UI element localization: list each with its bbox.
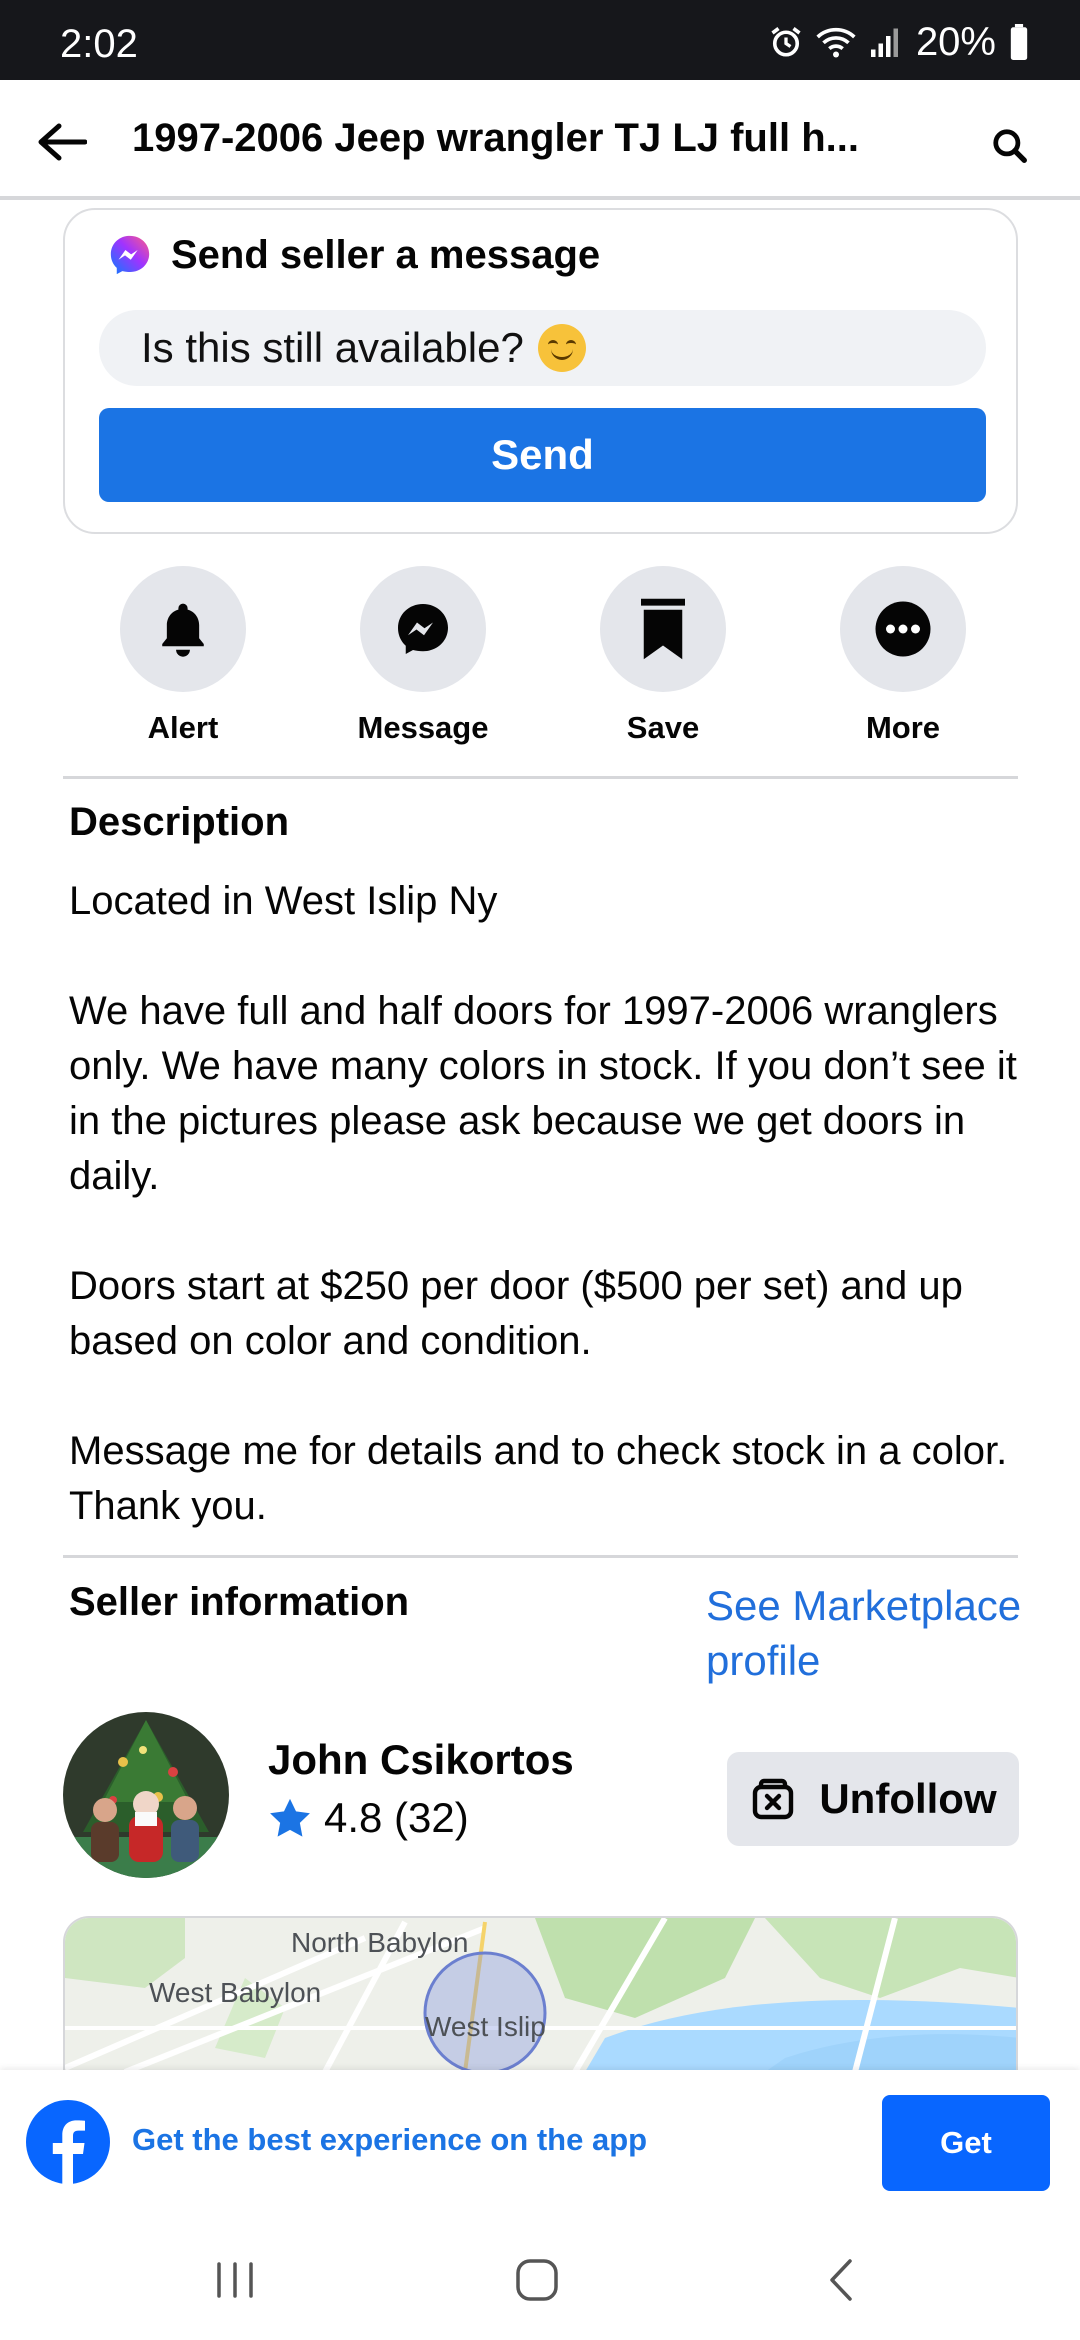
- description-paragraph: Doors start at $250 per door ($500 per s…: [69, 1264, 963, 1363]
- send-message-card: Send seller a message Is this still avai…: [63, 208, 1018, 534]
- message-label: Message: [357, 710, 489, 745]
- status-time: 2:02: [60, 22, 138, 66]
- status-icons: 20%: [768, 20, 1030, 64]
- more-label: More: [865, 710, 941, 745]
- home-button[interactable]: [502, 2250, 572, 2310]
- map-label: West Islip: [425, 2011, 546, 2042]
- marketplace-profile-link[interactable]: See Marketplace profile: [706, 1578, 1026, 1688]
- alert-action[interactable]: Alert: [83, 566, 283, 746]
- back-button[interactable]: [30, 110, 94, 174]
- unfollow-button[interactable]: Unfollow: [727, 1752, 1019, 1846]
- alert-button[interactable]: [120, 566, 246, 692]
- chevron-left-icon: [830, 2259, 852, 2301]
- messenger-logo-icon: [110, 235, 150, 275]
- send-button[interactable]: Send: [99, 408, 986, 502]
- alarm-icon: [771, 27, 801, 57]
- search-button[interactable]: [980, 116, 1040, 176]
- recent-apps-icon: [217, 2262, 253, 2298]
- save-button[interactable]: [600, 566, 726, 692]
- system-nav-bar: [0, 2216, 1080, 2340]
- rating-value: 4.8 (32): [324, 1794, 469, 1841]
- message-action[interactable]: Message: [323, 566, 523, 746]
- app-promo-text: Get the best experience on the app: [132, 2122, 648, 2157]
- message-input-text: Is this still available?: [141, 324, 524, 371]
- page-title: 1997-2006 Jeep wrangler TJ LJ full h...: [132, 116, 859, 160]
- seller-info-title: Seller information: [69, 1580, 410, 1624]
- seller-name[interactable]: John Csikortos: [268, 1736, 574, 1784]
- message-card-title: Send seller a message: [171, 232, 601, 277]
- bookmark-icon: [641, 598, 685, 660]
- listing-actions: Alert Message Save More: [63, 566, 1018, 746]
- description-paragraph: Message me for details and to check stoc…: [69, 1429, 1008, 1528]
- smiling-emoji-icon: [537, 324, 586, 372]
- arrow-left-icon: [38, 123, 87, 161]
- message-input[interactable]: Is this still available?: [99, 310, 986, 386]
- seller-rating: 4.8 (32): [268, 1794, 469, 1842]
- search-icon: [993, 129, 1027, 163]
- back-nav-button[interactable]: [806, 2250, 876, 2310]
- location-map[interactable]: North Babylon West Babylon West Islip: [63, 1916, 1018, 2070]
- unfollow-label: Unfollow: [819, 1775, 997, 1822]
- battery-percent: 20%: [915, 19, 996, 64]
- recent-apps-button[interactable]: [200, 2250, 270, 2310]
- seller-photo: [63, 1712, 229, 1878]
- map-label: North Babylon: [291, 1927, 469, 1958]
- top-app-bar: 1997-2006 Jeep wrangler TJ LJ full h...: [0, 80, 1080, 200]
- messenger-icon: [398, 604, 448, 654]
- alert-label: Alert: [147, 710, 219, 745]
- get-app-button[interactable]: Get: [882, 2095, 1050, 2191]
- bell-icon: [162, 603, 204, 657]
- save-action[interactable]: Save: [563, 566, 763, 746]
- more-action[interactable]: More: [803, 566, 1003, 746]
- message-button[interactable]: [360, 566, 486, 692]
- save-label: Save: [626, 710, 700, 745]
- seller-avatar[interactable]: [63, 1712, 229, 1878]
- home-icon: [516, 2259, 558, 2301]
- unfollow-icon: [753, 1778, 794, 1820]
- more-icon: [875, 601, 931, 657]
- description-body: Located in West Islip Ny We have full an…: [69, 874, 1019, 1589]
- star-icon: [270, 1798, 310, 1837]
- more-button[interactable]: [840, 566, 966, 692]
- battery-icon: [1010, 24, 1028, 60]
- description-title: Description: [69, 800, 290, 844]
- facebook-logo-icon: [26, 2100, 110, 2184]
- message-card-header: Send seller a message: [107, 232, 600, 278]
- divider: [63, 1555, 1018, 1558]
- description-paragraph: Located in West Islip Ny: [69, 879, 498, 923]
- signal-icon: [870, 28, 898, 57]
- status-bar: 2:02 20%: [0, 0, 1080, 80]
- app-promo-banner: Get the best experience on the app Get: [0, 2070, 1080, 2216]
- wifi-icon: [816, 27, 856, 58]
- description-paragraph: We have full and half doors for 1997-200…: [69, 989, 1017, 1198]
- map-label: West Babylon: [149, 1977, 322, 2008]
- divider: [63, 776, 1018, 779]
